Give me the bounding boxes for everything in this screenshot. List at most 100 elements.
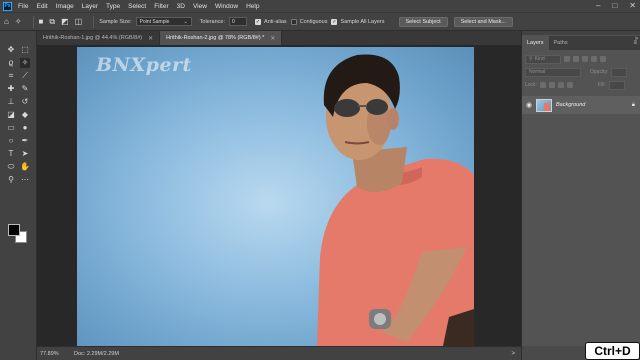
new-selection-icon[interactable]: ■ bbox=[39, 17, 44, 26]
kind-filter-value: Kind bbox=[534, 56, 545, 62]
canvas-area[interactable]: BNXpert bbox=[37, 45, 521, 346]
move-tool-icon[interactable]: ✥ bbox=[6, 45, 16, 55]
type-tool-icon[interactable]: T bbox=[6, 149, 16, 159]
blend-mode-select[interactable]: Normal bbox=[525, 67, 581, 77]
menu-filter[interactable]: Filter bbox=[154, 3, 168, 10]
close-icon[interactable]: ✕ bbox=[148, 35, 153, 42]
hand-tool-icon[interactable]: ✋ bbox=[20, 162, 30, 172]
panel-header-strip bbox=[522, 31, 640, 35]
lasso-tool-icon[interactable]: ϱ bbox=[6, 58, 16, 68]
dodge-tool-icon[interactable]: ○ bbox=[6, 136, 16, 146]
menu-select[interactable]: Select bbox=[128, 3, 146, 10]
lock-all-icon[interactable] bbox=[566, 82, 573, 88]
lock-row: Lock: Fill: bbox=[525, 80, 637, 90]
panel-collapse-strip[interactable]: » bbox=[633, 36, 640, 56]
select-subject-button[interactable]: Select Subject bbox=[398, 16, 448, 27]
sample-size-select[interactable]: Point Sample ⌄ bbox=[135, 17, 192, 26]
opacity-label: Opacity: bbox=[590, 69, 609, 75]
healing-brush-icon[interactable]: ✚ bbox=[6, 84, 16, 94]
eraser-tool-icon[interactable]: ◪ bbox=[6, 110, 16, 120]
lock-pixels-icon[interactable] bbox=[539, 82, 546, 88]
magic-wand-icon[interactable]: ✧ bbox=[20, 57, 30, 68]
contiguous-checkbox[interactable] bbox=[290, 18, 297, 25]
tab-paths[interactable]: Paths bbox=[549, 36, 573, 50]
pixel-filter-icon[interactable] bbox=[564, 56, 570, 62]
layer-name: Background bbox=[556, 102, 586, 108]
menu-window[interactable]: Window bbox=[215, 3, 238, 10]
tab-label: Hrithik-Roshan-2.jpg @ 78% (RGB/8#) * bbox=[166, 35, 265, 41]
lock-paint-icon[interactable] bbox=[548, 82, 555, 88]
minimize-button[interactable]: – bbox=[596, 1, 600, 10]
tolerance-label: Tolerance: bbox=[199, 18, 226, 25]
sample-all-layers-checkbox[interactable]: ✓ bbox=[331, 18, 338, 25]
smart-object-filter-icon[interactable] bbox=[600, 56, 606, 62]
subtract-selection-icon[interactable]: ◩ bbox=[61, 17, 69, 26]
marquee-tool-icon[interactable]: ⬚ bbox=[20, 45, 30, 55]
menu-view[interactable]: View bbox=[193, 3, 207, 10]
blend-mode-row: Normal Opacity: bbox=[525, 67, 637, 77]
menu-help[interactable]: Help bbox=[246, 3, 259, 10]
contiguous-label: Contiguous bbox=[299, 18, 328, 25]
zoom-level[interactable]: 77.89% bbox=[40, 351, 74, 357]
fill-input[interactable] bbox=[608, 80, 625, 90]
lock-position-icon[interactable] bbox=[557, 82, 564, 88]
close-button[interactable]: ✕ bbox=[629, 1, 636, 10]
document-tabs: Hrithik-Roshan-1.jpg @ 44.4% (RGB/8#) ✕ … bbox=[37, 31, 521, 45]
tools-panel: ✥ ⬚ ϱ ✧ ⌗ ⟋ ✚ ✎ ⊥ ↺ ◪ ◆ ▭ ● ○ ✒ T ➤ ⬭ ✋ ⚲ ⋯ bbox=[0, 31, 37, 360]
opacity-input[interactable] bbox=[611, 67, 628, 77]
menu-layer[interactable]: Layer bbox=[82, 3, 98, 10]
fill-label: Fill: bbox=[597, 82, 606, 88]
antialias-checkbox[interactable]: ✓ bbox=[255, 18, 262, 25]
tolerance-input[interactable]: 0 bbox=[229, 17, 248, 26]
intersect-selection-icon[interactable]: ◫ bbox=[75, 17, 83, 26]
brush-tool-icon[interactable]: ✎ bbox=[20, 84, 30, 94]
paint-bucket-icon[interactable]: ◆ bbox=[20, 110, 30, 120]
collapse-icon[interactable]: » bbox=[635, 36, 638, 42]
chevron-down-icon: ⌄ bbox=[183, 18, 188, 25]
select-and-mask-button[interactable]: Select and Mask... bbox=[453, 16, 513, 27]
sample-size-value: Point Sample bbox=[139, 18, 170, 25]
sample-size-label: Sample Size: bbox=[99, 18, 132, 25]
menu-3d[interactable]: 3D bbox=[177, 3, 185, 10]
status-menu-arrow[interactable]: > bbox=[511, 351, 515, 357]
more-tools-icon[interactable]: ⋯ bbox=[20, 175, 30, 185]
pen-tool-icon[interactable]: ✒ bbox=[20, 136, 30, 146]
eye-icon[interactable]: ◉ bbox=[522, 101, 536, 109]
close-icon[interactable]: ✕ bbox=[270, 35, 275, 42]
shape-filter-icon[interactable] bbox=[591, 56, 597, 62]
watermark-text: BNXpert bbox=[96, 54, 192, 76]
add-selection-icon[interactable]: ⧉ bbox=[49, 17, 55, 27]
layer-row-background[interactable]: ◉ Background 🔒︎ bbox=[522, 96, 640, 114]
clone-stamp-icon[interactable]: ⊥ bbox=[6, 97, 16, 107]
foreground-color-swatch[interactable] bbox=[8, 224, 20, 236]
options-bar: ⌂ ✧ ■ ⧉ ◩ ◫ Sample Size: Point Sample ⌄ … bbox=[0, 12, 640, 31]
tab-label: Hrithik-Roshan-1.jpg @ 44.4% (RGB/8#) bbox=[43, 35, 143, 41]
gradient-tool-icon[interactable]: ▭ bbox=[6, 123, 16, 133]
maximize-button[interactable]: □ bbox=[612, 1, 617, 10]
divider bbox=[93, 15, 95, 28]
menu-bar: Ps File Edit Image Layer Type Select Fil… bbox=[0, 0, 640, 12]
sample-all-layers-label: Sample All Layers bbox=[340, 18, 385, 25]
layers-panel: Layers Paths ≡ ⚲ Kind Normal Opacity: Lo… bbox=[521, 31, 640, 360]
crop-tool-icon[interactable]: ⌗ bbox=[6, 71, 16, 81]
menu-edit[interactable]: Edit bbox=[36, 3, 47, 10]
blur-tool-icon[interactable]: ● bbox=[20, 123, 30, 133]
menu-image[interactable]: Image bbox=[56, 3, 74, 10]
magic-wand-tool-icon[interactable]: ✧ bbox=[15, 17, 22, 26]
adjustment-filter-icon[interactable] bbox=[573, 56, 579, 62]
type-filter-icon[interactable] bbox=[582, 56, 588, 62]
eyedropper-tool-icon[interactable]: ⟋ bbox=[20, 71, 30, 81]
history-brush-icon[interactable]: ↺ bbox=[20, 97, 30, 107]
tab-hrithik-roshan-2[interactable]: Hrithik-Roshan-2.jpg @ 78% (RGB/8#) * ✕ bbox=[160, 31, 283, 45]
path-selection-icon[interactable]: ➤ bbox=[20, 149, 30, 159]
layer-filter-row: ⚲ Kind bbox=[525, 54, 637, 64]
document-canvas[interactable]: BNXpert bbox=[77, 47, 474, 346]
home-icon[interactable]: ⌂ bbox=[4, 17, 9, 26]
tab-hrithik-roshan-1[interactable]: Hrithik-Roshan-1.jpg @ 44.4% (RGB/8#) ✕ bbox=[37, 31, 161, 45]
zoom-tool-icon[interactable]: ⚲ bbox=[6, 175, 16, 185]
shape-tool-icon[interactable]: ⬭ bbox=[6, 162, 16, 172]
menu-type[interactable]: Type bbox=[106, 3, 120, 10]
tab-layers[interactable]: Layers bbox=[522, 36, 549, 50]
kind-filter-select[interactable]: ⚲ Kind bbox=[525, 54, 561, 64]
menu-file[interactable]: File bbox=[18, 3, 28, 10]
